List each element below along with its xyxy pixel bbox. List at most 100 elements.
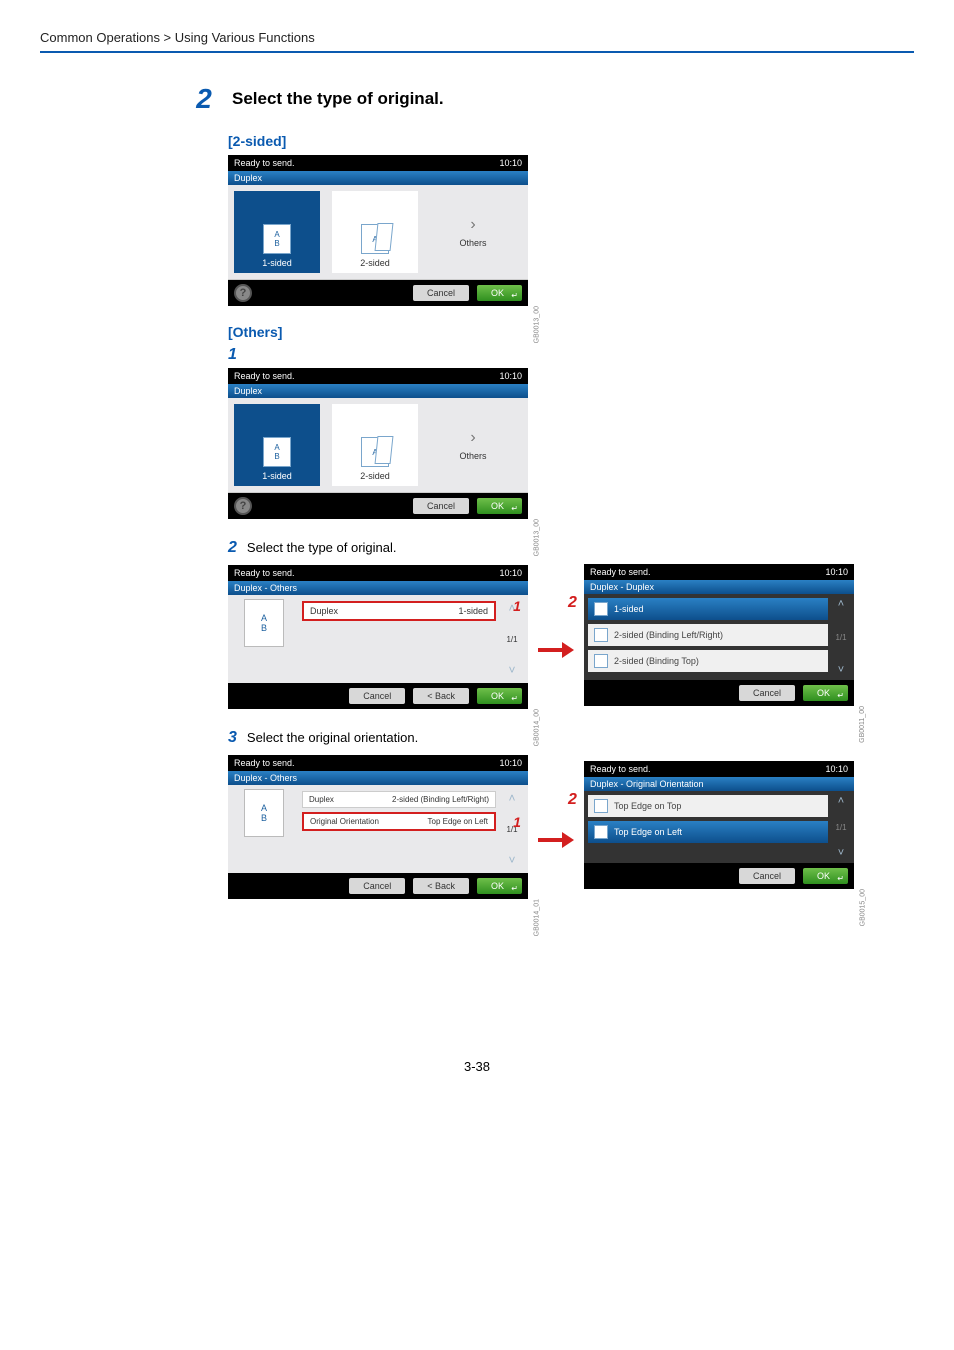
panel-others-list-2: Ready to send. 10:10 Duplex - Others AB …: [228, 755, 528, 899]
breadcrumb: Common Operations > Using Various Functi…: [40, 30, 914, 53]
row-label: Original Orientation: [310, 817, 379, 826]
option-1sided[interactable]: 1-sided: [588, 598, 828, 620]
option-label: Top Edge on Top: [614, 801, 681, 811]
panel-tab: Duplex - Original Orientation: [584, 777, 854, 791]
heading-others: [Others]: [228, 324, 914, 340]
chevron-right-icon: ›: [470, 216, 475, 234]
clock-text: 10:10: [499, 371, 522, 381]
option-label: 2-sided: [360, 258, 390, 268]
option-label: Others: [459, 238, 486, 248]
row-value: Top Edge on Left: [428, 817, 489, 826]
option-2sided-lr[interactable]: 2-sided (Binding Left/Right): [588, 624, 828, 646]
page-double-icon: A: [361, 224, 389, 254]
ok-button[interactable]: OK: [477, 878, 522, 894]
option-others[interactable]: › Others: [430, 191, 516, 273]
chevron-down-icon[interactable]: ˅: [508, 853, 515, 867]
status-text: Ready to send.: [234, 158, 295, 168]
option-2sided[interactable]: A 2-sided: [332, 191, 418, 273]
chevron-up-icon[interactable]: ˄: [838, 795, 844, 807]
status-text: Ready to send.: [234, 568, 295, 578]
pager: ˄ 1/1 ˅: [831, 795, 851, 859]
cancel-button[interactable]: Cancel: [739, 685, 795, 701]
page-icon: AB: [263, 224, 291, 254]
status-text: Ready to send.: [234, 758, 295, 768]
ok-button[interactable]: OK: [477, 498, 522, 514]
screen-id: GB0014_01: [533, 899, 540, 936]
substep-text-2: Select the type of original.: [247, 540, 397, 555]
row-duplex[interactable]: Duplex 1-sided: [302, 601, 496, 621]
panel-duplex-2sided: Ready to send. 10:10 Duplex AB 1-sided A…: [228, 155, 528, 306]
ok-button[interactable]: OK: [803, 868, 848, 884]
page-icon: [594, 628, 608, 642]
option-label: 2-sided: [360, 471, 390, 481]
option-top-edge-top[interactable]: Top Edge on Top: [588, 795, 828, 817]
cancel-button[interactable]: Cancel: [349, 878, 405, 894]
ok-button[interactable]: OK: [477, 285, 522, 301]
ok-button[interactable]: OK: [477, 688, 522, 704]
page-indicator: 1/1: [835, 633, 846, 642]
panel-tab: Duplex: [228, 384, 528, 398]
ok-button[interactable]: OK: [803, 685, 848, 701]
back-button[interactable]: < Back: [413, 688, 469, 704]
row-duplex[interactable]: Duplex 2-sided (Binding Left/Right): [302, 791, 496, 808]
cancel-button[interactable]: Cancel: [739, 868, 795, 884]
substep-text-3: Select the original orientation.: [247, 730, 418, 745]
clock-text: 10:10: [825, 567, 848, 577]
option-1sided[interactable]: AB 1-sided: [234, 191, 320, 273]
back-button[interactable]: < Back: [413, 878, 469, 894]
status-text: Ready to send.: [234, 371, 295, 381]
callout-1: 1: [508, 813, 526, 831]
panel-others-list-1: Ready to send. 10:10 Duplex - Others AB …: [228, 565, 528, 709]
step-number: 2: [180, 83, 228, 115]
cancel-button[interactable]: Cancel: [413, 285, 469, 301]
chevron-down-icon[interactable]: ˅: [508, 663, 515, 677]
screen-id: GB0011_00: [859, 706, 866, 743]
chevron-down-icon[interactable]: ˅: [838, 664, 844, 676]
option-top-edge-left[interactable]: Top Edge on Left: [588, 821, 828, 843]
panel-duplex-others-1: Ready to send. 10:10 Duplex AB 1-sided A…: [228, 368, 528, 519]
option-others[interactable]: › Others: [430, 404, 516, 486]
cancel-button[interactable]: Cancel: [349, 688, 405, 704]
substep-num-2: 2: [228, 539, 237, 557]
panel-duplex-select: Ready to send. 10:10 Duplex - Duplex 1-s…: [584, 564, 854, 706]
page-number: 3-38: [40, 1059, 914, 1074]
help-icon[interactable]: ?: [234, 497, 252, 515]
chevron-up-icon[interactable]: ˄: [838, 598, 844, 610]
row-orientation[interactable]: Original Orientation Top Edge on Left: [302, 812, 496, 831]
panel-tab: Duplex - Others: [228, 581, 528, 595]
option-label: 1-sided: [262, 258, 292, 268]
chevron-right-icon: ›: [470, 429, 475, 447]
substep-num-3: 3: [228, 729, 237, 747]
row-value: 2-sided (Binding Left/Right): [392, 795, 489, 804]
page-double-icon: A: [361, 437, 389, 467]
page-preview-icon: AB: [244, 599, 284, 647]
page-icon: [594, 654, 608, 668]
row-label: Duplex: [310, 606, 338, 616]
page-icon: [594, 602, 608, 616]
option-1sided[interactable]: AB 1-sided: [234, 404, 320, 486]
callout-2: 2: [568, 791, 577, 809]
status-text: Ready to send.: [590, 764, 651, 774]
step-title: Select the type of original.: [232, 83, 444, 109]
screen-id: GB0013_00: [533, 306, 540, 343]
option-2sided[interactable]: A 2-sided: [332, 404, 418, 486]
cancel-button[interactable]: Cancel: [413, 498, 469, 514]
callout-1: 1: [508, 597, 526, 615]
page-preview-icon: AB: [244, 789, 284, 837]
panel-orientation-select: Ready to send. 10:10 Duplex - Original O…: [584, 761, 854, 889]
arrow-right-icon: [538, 835, 574, 845]
chevron-up-icon[interactable]: ˄: [508, 791, 515, 805]
clock-text: 10:10: [499, 758, 522, 768]
callout-2: 2: [568, 594, 577, 612]
panel-tab: Duplex - Duplex: [584, 580, 854, 594]
option-label: Others: [459, 451, 486, 461]
row-value: 1-sided: [458, 606, 488, 616]
option-label: 2-sided (Binding Top): [614, 656, 699, 666]
chevron-down-icon[interactable]: ˅: [838, 847, 844, 859]
help-icon[interactable]: ?: [234, 284, 252, 302]
clock-text: 10:10: [499, 158, 522, 168]
option-2sided-top[interactable]: 2-sided (Binding Top): [588, 650, 828, 672]
option-label: Top Edge on Left: [614, 827, 682, 837]
status-text: Ready to send.: [590, 567, 651, 577]
clock-text: 10:10: [825, 764, 848, 774]
